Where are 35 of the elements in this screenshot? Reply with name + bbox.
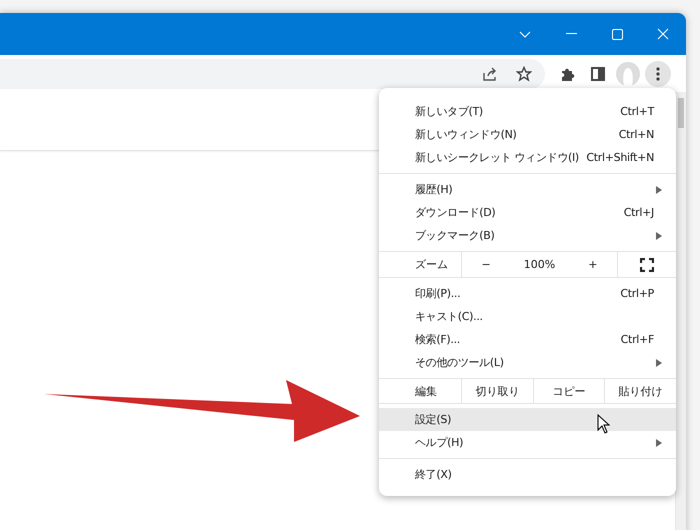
menu-item[interactable]: 新しいシークレット ウィンドウ(I) Ctrl+Shift+N: [379, 146, 676, 169]
submenu-arrow-icon: [656, 438, 662, 446]
menu-item[interactable]: 新しいウィンドウ(N) Ctrl+N: [379, 123, 676, 146]
edit-label: 編集: [414, 384, 438, 398]
shortcut-label: Ctrl+J: [624, 206, 654, 219]
edit-button[interactable]: 切り取り: [461, 379, 533, 403]
menu-item[interactable]: 設定(S): [379, 408, 676, 431]
edit-button[interactable]: 貼り付け: [604, 379, 676, 403]
menu-item[interactable]: キャスト(C)...: [379, 305, 676, 328]
menu-icon[interactable]: [645, 60, 671, 86]
menu-item[interactable]: 新しいタブ(T) Ctrl+T: [379, 100, 676, 123]
menu-item[interactable]: 終了(X): [379, 463, 676, 486]
shortcut-label: Ctrl+T: [620, 105, 654, 118]
menu-item[interactable]: ダウンロード(D) Ctrl+J: [379, 201, 676, 224]
zoom-label: ズーム: [414, 257, 449, 272]
submenu-arrow-icon: [656, 232, 662, 240]
submenu-arrow-icon: [656, 358, 662, 366]
shortcut-label: Ctrl+F: [620, 333, 654, 346]
mouse-cursor-icon: [597, 414, 611, 434]
shortcut-label: Ctrl+Shift+N: [586, 151, 654, 164]
shortcut-label: Ctrl+N: [618, 128, 654, 141]
menu-item[interactable]: 印刷(P)... Ctrl+P: [379, 282, 676, 305]
menu-item[interactable]: 検索(F)... Ctrl+F: [379, 328, 676, 351]
menu-item[interactable]: ブックマーク(B): [379, 224, 676, 247]
edit-button[interactable]: コピー: [532, 379, 604, 403]
shortcut-label: Ctrl+P: [620, 287, 654, 300]
zoom-level: 100%: [524, 258, 556, 271]
zoom-in-button[interactable]: +: [582, 258, 604, 271]
menu-item[interactable]: ヘルプ(H): [379, 431, 676, 454]
zoom-out-button[interactable]: −: [476, 258, 497, 271]
menu-item[interactable]: 履歴(H): [379, 178, 676, 201]
submenu-arrow-icon: [656, 186, 662, 194]
fullscreen-icon[interactable]: [640, 258, 654, 272]
scrollbar[interactable]: [675, 92, 686, 530]
menu-item[interactable]: その他のツール(L): [379, 351, 676, 374]
